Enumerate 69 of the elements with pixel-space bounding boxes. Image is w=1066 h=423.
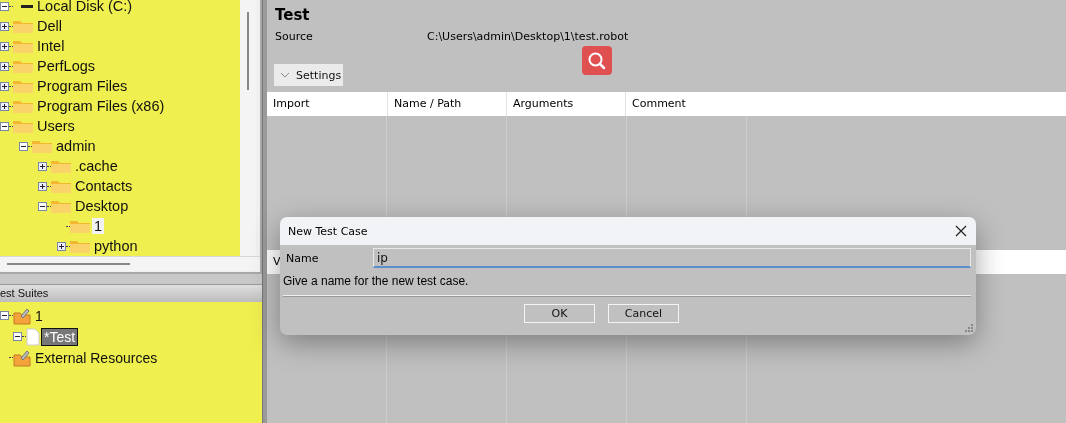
folder-icon bbox=[32, 139, 52, 153]
expander-icon[interactable] bbox=[0, 61, 9, 71]
tree-item[interactable]: Contacts bbox=[73, 178, 135, 194]
editor-title: Test bbox=[274, 5, 311, 26]
panel-title: est Suites bbox=[0, 284, 262, 302]
folder-icon bbox=[51, 179, 71, 193]
suite-icon bbox=[13, 306, 31, 325]
tree-item[interactable]: Desktop bbox=[73, 198, 131, 214]
tree-item[interactable]: *Test bbox=[42, 328, 78, 345]
expander-icon[interactable] bbox=[0, 81, 9, 91]
folder-icon bbox=[51, 159, 71, 173]
scrollbar[interactable] bbox=[240, 0, 256, 256]
folder-icon bbox=[70, 219, 90, 233]
tree-item[interactable]: Intel bbox=[35, 38, 67, 54]
ok-button[interactable]: OK bbox=[524, 304, 595, 323]
close-icon[interactable] bbox=[955, 225, 967, 237]
expander-icon[interactable] bbox=[0, 121, 9, 131]
expander-icon[interactable] bbox=[0, 1, 9, 11]
tree-item[interactable]: External Resources bbox=[33, 349, 160, 366]
expander-icon[interactable] bbox=[0, 21, 9, 31]
expander-icon[interactable] bbox=[57, 241, 66, 251]
file-icon bbox=[26, 327, 40, 346]
folder-icon bbox=[51, 199, 71, 213]
expander-icon[interactable] bbox=[38, 201, 47, 211]
expander-icon[interactable] bbox=[38, 161, 47, 171]
folder-icon bbox=[13, 59, 33, 73]
tree-item[interactable]: admin bbox=[54, 138, 98, 154]
source-label: Source bbox=[275, 30, 314, 45]
expander-icon[interactable] bbox=[0, 311, 9, 320]
search-icon bbox=[587, 50, 607, 71]
tree-item[interactable]: .cache bbox=[73, 158, 120, 174]
expander-icon[interactable] bbox=[38, 181, 47, 191]
hint-text: Give a name for the new test case. bbox=[282, 273, 470, 290]
tree-item[interactable]: 1 bbox=[33, 307, 45, 324]
expander-icon[interactable] bbox=[19, 141, 28, 151]
expander-icon[interactable] bbox=[0, 101, 9, 111]
folder-icon bbox=[13, 99, 33, 113]
chevron-icon bbox=[280, 72, 290, 78]
search-button[interactable] bbox=[582, 46, 612, 75]
settings-toggle[interactable]: Settings bbox=[274, 64, 344, 86]
tree-item[interactable]: PerfLogs bbox=[35, 58, 98, 74]
tree-item[interactable]: Program Files bbox=[35, 78, 130, 94]
drive-icon bbox=[21, 4, 33, 8]
folder-icon bbox=[13, 19, 33, 33]
folder-icon bbox=[70, 239, 90, 253]
expander-icon[interactable] bbox=[0, 41, 9, 51]
folder-icon bbox=[13, 119, 33, 133]
suite-icon bbox=[13, 348, 31, 367]
scrollbar[interactable] bbox=[0, 256, 260, 271]
column-header: Comment bbox=[625, 92, 1066, 116]
folder-icon bbox=[13, 79, 33, 93]
section-label: V bbox=[272, 255, 281, 268]
tree-item[interactable]: Dell bbox=[35, 18, 64, 34]
dialog-title: New Test Case bbox=[288, 224, 368, 238]
column-header: Arguments bbox=[506, 92, 625, 116]
expander-icon[interactable] bbox=[13, 332, 22, 341]
source-path: C:\Users\admin\Desktop\1\test.robot bbox=[427, 30, 629, 45]
tree-item[interactable]: Users bbox=[35, 118, 77, 134]
field-label: Name bbox=[286, 251, 320, 265]
tree-item[interactable]: python bbox=[92, 238, 140, 254]
column-header: Import bbox=[272, 96, 311, 112]
tree-item[interactable]: Local Disk (C:) bbox=[35, 0, 135, 14]
folder-icon bbox=[13, 39, 33, 53]
tree-item[interactable]: 1 bbox=[92, 218, 105, 234]
resize-grip-icon[interactable] bbox=[964, 323, 974, 333]
name-field[interactable]: ip bbox=[373, 248, 971, 268]
cancel-button[interactable]: Cancel bbox=[608, 304, 679, 323]
column-header: Name / Path bbox=[387, 92, 506, 116]
tree-item[interactable]: Program Files (x86) bbox=[35, 98, 167, 114]
